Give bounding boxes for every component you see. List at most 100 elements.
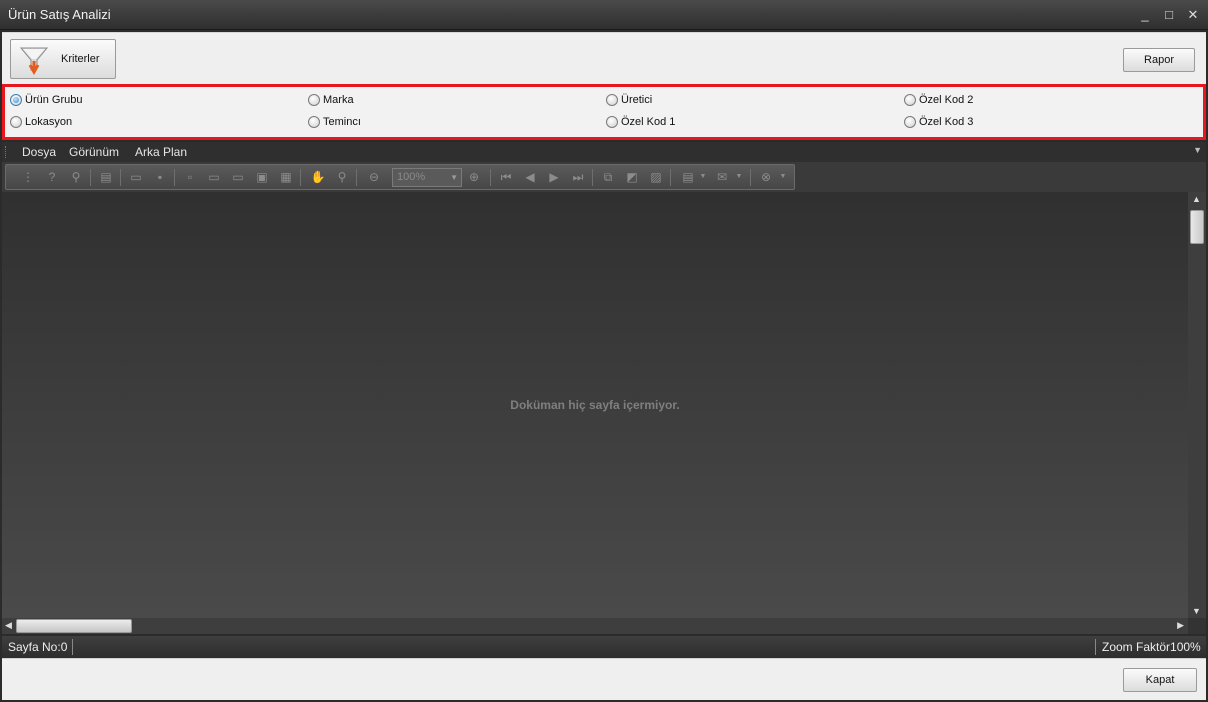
last-page-icon[interactable]: ⏭	[570, 169, 586, 185]
radio-teminci[interactable]: Temincı	[308, 116, 361, 128]
print-icon[interactable]: ▭	[206, 169, 222, 185]
radio-label: Temincı	[323, 116, 361, 128]
toolbar-separator	[356, 169, 357, 186]
quick-print-icon[interactable]: ▭	[230, 169, 246, 185]
previous-page-icon[interactable]: ◀	[522, 169, 538, 185]
radio-urun-grubu[interactable]: Ürün Grubu	[10, 94, 82, 106]
radio-uretici[interactable]: Üretici	[606, 94, 652, 106]
status-separator	[1095, 639, 1096, 655]
title-bar: Ürün Satış Analizi _ □ ✕	[0, 0, 1208, 30]
document-map-icon[interactable]: ⋮	[20, 169, 36, 185]
menu-view[interactable]: Görünüm	[69, 145, 119, 159]
empty-document-message: Doküman hiç sayfa içermiyor.	[510, 398, 680, 412]
radio-icon[interactable]	[606, 94, 618, 106]
hand-tool-icon[interactable]: ✋	[310, 169, 326, 185]
help-icon[interactable]: ?	[44, 169, 60, 185]
status-bar: Sayfa No:0 Zoom Faktör100%	[2, 636, 1206, 658]
radio-lokasyon[interactable]: Lokasyon	[10, 116, 72, 128]
send-email-icon[interactable]: ✉	[714, 169, 730, 185]
close-icon[interactable]: ✕	[1184, 6, 1202, 24]
status-separator	[72, 639, 73, 655]
scale-icon[interactable]: ▦	[278, 169, 294, 185]
menu-background[interactable]: Arka Plan	[135, 145, 187, 159]
zoom-combo[interactable]: 100% ▼	[392, 168, 462, 187]
toolbar-separator	[300, 169, 301, 186]
maximize-icon[interactable]: □	[1160, 6, 1178, 24]
first-page-icon[interactable]: ⏮	[498, 169, 514, 185]
zoom-in-icon[interactable]: ⊕	[466, 169, 482, 185]
radio-icon[interactable]	[308, 94, 320, 106]
grouping-radio-group: Ürün Grubu Marka Üretici Özel Kod 2 Loka…	[2, 84, 1206, 140]
watermark-icon[interactable]: ▨	[648, 169, 664, 185]
preview-toolbar: ⋮ ? ⚲ ▤ ▭ ▪ ▫ ▭ ▭ ▣ ▦ ✋ ⚲ ⊖ 100% ▼ ⊕ ⏮ ◀…	[5, 164, 795, 190]
radio-label: Marka	[323, 94, 354, 106]
toolbar-separator	[750, 169, 751, 186]
zoom-out-icon[interactable]: ⊖	[366, 169, 382, 185]
menu-file[interactable]: Dosya	[22, 145, 56, 159]
radio-icon[interactable]	[606, 116, 618, 128]
close-preview-icon[interactable]: ⊗	[758, 169, 774, 185]
multiple-pages-icon[interactable]: ⧉	[600, 169, 616, 185]
next-page-icon[interactable]: ▶	[546, 169, 562, 185]
zoom-factor-status: Zoom Faktör100%	[1102, 640, 1201, 654]
menu-grip-icon[interactable]	[5, 146, 8, 158]
fill-background-icon[interactable]: ◩	[624, 169, 640, 185]
vertical-scroll-thumb[interactable]	[1190, 210, 1204, 244]
open-icon[interactable]: ▭	[128, 169, 144, 185]
radio-label: Özel Kod 1	[621, 116, 676, 128]
save-icon[interactable]: ▪	[152, 169, 168, 185]
radio-label: Özel Kod 2	[919, 94, 974, 106]
scroll-right-icon[interactable]: ▶	[1177, 620, 1184, 631]
menu-overflow-icon[interactable]: ▼	[1193, 145, 1202, 155]
email-dropdown-icon[interactable]: ▼	[734, 169, 744, 185]
funnel-icon	[19, 47, 49, 75]
radio-ozel-kod-2[interactable]: Özel Kod 2	[904, 94, 973, 106]
criteria-button-label: Kriterler	[61, 53, 100, 65]
export-dropdown-icon[interactable]: ▼	[698, 169, 708, 185]
scroll-down-icon[interactable]: ▼	[1192, 606, 1201, 616]
vertical-scrollbar[interactable]: ▲ ▼	[1188, 192, 1206, 618]
top-panel: Kriterler Rapor	[2, 32, 1206, 84]
radio-label: Özel Kod 3	[919, 116, 974, 128]
page-number-status: Sayfa No:0	[8, 640, 68, 654]
export-icon[interactable]: ▤	[680, 169, 696, 185]
toolbar-separator	[120, 169, 121, 186]
toolbar-separator	[670, 169, 671, 186]
close-button[interactable]: Kapat	[1123, 668, 1197, 692]
radio-selected-icon[interactable]	[10, 94, 22, 106]
customize-icon[interactable]: ▤	[98, 169, 114, 185]
radio-icon[interactable]	[904, 116, 916, 128]
document-area: Doküman hiç sayfa içermiyor.	[2, 192, 1188, 618]
toolbar-separator	[174, 169, 175, 186]
report-button[interactable]: Rapor	[1123, 48, 1195, 72]
zoom-value: 100%	[397, 171, 426, 183]
header-footer-icon[interactable]: ▣	[254, 169, 270, 185]
radio-label: Ürün Grubu	[25, 94, 83, 106]
radio-ozel-kod-3[interactable]: Özel Kod 3	[904, 116, 973, 128]
toolbar-separator	[490, 169, 491, 186]
magnifier-icon[interactable]: ⚲	[334, 169, 350, 185]
radio-label: Lokasyon	[25, 116, 73, 128]
search-icon[interactable]: ⚲	[68, 169, 84, 185]
window-title: Ürün Satış Analizi	[8, 7, 111, 22]
horizontal-scroll-thumb[interactable]	[16, 619, 132, 633]
radio-ozel-kod-1[interactable]: Özel Kod 1	[606, 116, 675, 128]
print-preview: Dosya Görünüm Arka Plan ▼ ⋮ ? ⚲ ▤ ▭ ▪ ▫ …	[2, 142, 1206, 634]
scroll-left-icon[interactable]: ◀	[5, 620, 12, 631]
minimize-icon[interactable]: _	[1136, 6, 1154, 24]
radio-icon[interactable]	[308, 116, 320, 128]
radio-marka[interactable]: Marka	[308, 94, 354, 106]
close-dropdown-icon[interactable]: ▼	[778, 169, 788, 185]
bottom-panel: Kapat	[2, 658, 1206, 700]
preview-menu-bar: Dosya Görünüm Arka Plan ▼	[2, 142, 1206, 162]
radio-label: Üretici	[621, 94, 653, 106]
toolbar-separator	[592, 169, 593, 186]
radio-icon[interactable]	[10, 116, 22, 128]
radio-icon[interactable]	[904, 94, 916, 106]
horizontal-scrollbar[interactable]: ◀ ▶	[2, 618, 1188, 634]
chevron-down-icon[interactable]: ▼	[450, 169, 458, 186]
toolbar-separator	[90, 169, 91, 186]
scroll-up-icon[interactable]: ▲	[1192, 194, 1201, 204]
criteria-button[interactable]: Kriterler	[10, 39, 116, 79]
page-setup-icon[interactable]: ▫	[182, 169, 198, 185]
